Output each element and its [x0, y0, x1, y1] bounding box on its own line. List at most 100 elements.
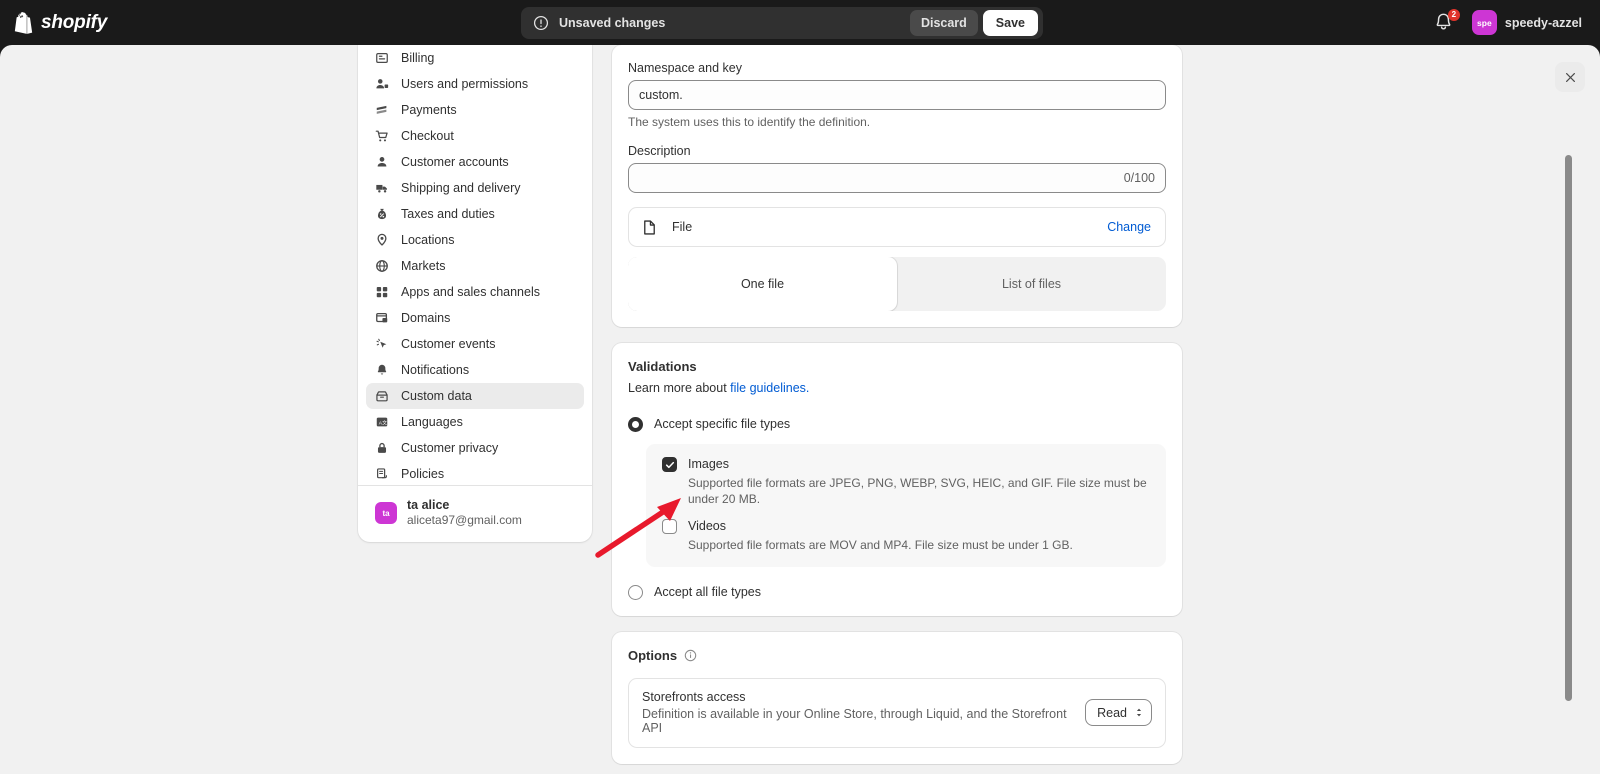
file-icon	[641, 219, 658, 236]
storefronts-access-select[interactable]: Read	[1085, 699, 1152, 726]
notification-count-badge: 2	[1447, 8, 1460, 21]
sidebar-item-billing[interactable]: Billing	[366, 45, 584, 71]
shopify-bag-icon	[14, 11, 34, 34]
sidebar-item-customer-privacy[interactable]: Customer privacy	[366, 435, 584, 461]
radio-label: Accept all file types	[654, 585, 761, 599]
validations-card: Validations Learn more about file guidel…	[612, 343, 1182, 616]
sidebar-account-name: ta alice	[407, 498, 450, 512]
sidebar-item-label: Payments	[401, 103, 457, 117]
sidebar-item-payments[interactable]: Payments	[366, 97, 584, 123]
location-pin-icon	[374, 232, 390, 248]
options-title: Options	[628, 648, 678, 663]
cart-icon	[374, 128, 390, 144]
sidebar-item-taxes-and-duties[interactable]: Taxes and duties	[366, 201, 584, 227]
info-circle-icon	[533, 15, 549, 31]
description-char-counter: 0/100	[1123, 171, 1155, 185]
notifications-button[interactable]: 2	[1433, 8, 1460, 34]
payments-icon	[374, 102, 390, 118]
storefronts-access-name: Storefronts access	[642, 690, 746, 704]
cursor-click-icon	[374, 336, 390, 352]
settings-sidebar: Billing Users and permissions Payments C…	[358, 45, 592, 542]
namespace-and-key-input[interactable]: custom.	[628, 80, 1166, 110]
content-type-row: File Change	[628, 207, 1166, 247]
storefronts-access-description: Definition is available in your Online S…	[642, 707, 1067, 735]
options-title-row: Options	[628, 648, 1166, 663]
sidebar-account-footer[interactable]: ta ta alice aliceta97@gmail.com	[358, 485, 592, 542]
vertical-scrollbar[interactable]	[1565, 155, 1572, 701]
policies-icon	[374, 466, 390, 482]
top-bar: shopify Unsaved changes Discard Save 2 s…	[0, 0, 1600, 45]
save-button-top[interactable]: Save	[982, 10, 1038, 36]
validations-title: Validations	[628, 359, 697, 374]
sidebar-item-label: Users and permissions	[401, 77, 529, 91]
sidebar-item-label: Languages	[401, 415, 463, 429]
sidebar-item-locations[interactable]: Locations	[366, 227, 584, 253]
info-circle-icon[interactable]	[684, 649, 697, 662]
checkbox-label: Videos	[688, 519, 726, 533]
change-type-button[interactable]: Change	[1107, 220, 1151, 234]
select-value: Read	[1097, 705, 1127, 720]
segment-list-of-files[interactable]: List of files	[897, 257, 1166, 311]
file-type-options-panel: Images Supported file formats are JPEG, …	[646, 444, 1166, 567]
segment-one-file[interactable]: One file	[628, 257, 897, 311]
radio-indicator	[628, 585, 643, 600]
checkbox-videos[interactable]: Videos	[662, 519, 1150, 534]
sidebar-item-label: Markets	[401, 259, 446, 273]
sidebar-item-checkout[interactable]: Checkout	[366, 123, 584, 149]
sidebar-item-notifications[interactable]: Notifications	[366, 357, 584, 383]
sidebar-item-label: Customer events	[401, 337, 496, 351]
sidebar-item-shipping-and-delivery[interactable]: Shipping and delivery	[366, 175, 584, 201]
images-description: Supported file formats are JPEG, PNG, WE…	[688, 476, 1147, 506]
checkbox-images[interactable]: Images	[662, 457, 1150, 472]
sidebar-item-label: Notifications	[401, 363, 470, 377]
sidebar-item-customer-events[interactable]: Customer events	[366, 331, 584, 357]
close-icon[interactable]	[1555, 62, 1585, 92]
sidebar-item-label: Locations	[401, 233, 455, 247]
custom-data-icon	[374, 388, 390, 404]
radio-accept-specific-file-types[interactable]: Accept specific file types	[628, 417, 1166, 432]
namespace-help-text: The system uses this to identify the def…	[628, 115, 871, 129]
account-menu-button[interactable]: spe speedy-azzel	[1469, 7, 1588, 38]
shopify-brand[interactable]: shopify	[14, 12, 107, 34]
languages-icon: A文	[374, 414, 390, 430]
truck-icon	[374, 180, 390, 196]
radio-indicator	[628, 417, 643, 432]
checkbox-indicator	[662, 457, 677, 472]
description-input[interactable]: 0/100	[628, 163, 1166, 193]
storefronts-access-row: Storefronts access Definition is availab…	[628, 678, 1166, 748]
sidebar-account-email: aliceta97@gmail.com	[407, 513, 522, 527]
person-icon	[374, 154, 390, 170]
top-bar-right: 2 spe speedy-azzel	[1433, 0, 1588, 45]
sidebar-item-policies[interactable]: Policies	[366, 461, 584, 487]
radio-label: Accept specific file types	[654, 417, 791, 431]
sidebar-item-label: Customer privacy	[401, 441, 499, 455]
radio-accept-all-file-types[interactable]: Accept all file types	[628, 585, 1166, 600]
chevron-updown-icon	[1134, 706, 1144, 719]
users-icon	[374, 76, 390, 92]
sidebar-item-label: Policies	[401, 467, 445, 481]
videos-description: Supported file formats are MOV and MP4. …	[688, 538, 1073, 552]
sidebar-item-label: Billing	[401, 51, 435, 65]
sidebar-item-domains[interactable]: Domains	[366, 305, 584, 331]
discard-button[interactable]: Discard	[909, 10, 978, 36]
avatar: spe	[1471, 10, 1497, 35]
definition-form-column: Namespace and key custom. The system use…	[612, 45, 1182, 774]
sidebar-item-label: Taxes and duties	[401, 207, 495, 221]
sidebar-item-languages[interactable]: A文 Languages	[366, 409, 584, 435]
tax-icon	[374, 206, 390, 222]
sidebar-item-label: Domains	[401, 311, 451, 325]
options-card: Options Storefronts access Definition is…	[612, 632, 1182, 764]
settings-modal-surface: Billing Users and permissions Payments C…	[0, 45, 1600, 774]
sidebar-item-customer-accounts[interactable]: Customer accounts	[366, 149, 584, 175]
content-type-label: File	[672, 220, 693, 234]
unsaved-changes-message: Unsaved changes	[559, 16, 666, 30]
sidebar-item-label: Checkout	[401, 129, 454, 143]
sidebar-item-markets[interactable]: Markets	[366, 253, 584, 279]
sidebar-item-apps-and-sales-channels[interactable]: Apps and sales channels	[366, 279, 584, 305]
lock-icon	[374, 440, 390, 456]
namespace-and-key-label: Namespace and key	[628, 61, 742, 75]
file-guidelines-link[interactable]: file guidelines.	[730, 381, 809, 395]
sidebar-item-users-and-permissions[interactable]: Users and permissions	[366, 71, 584, 97]
sidebar-item-custom-data[interactable]: Custom data	[366, 383, 584, 409]
bell-icon	[374, 362, 390, 378]
